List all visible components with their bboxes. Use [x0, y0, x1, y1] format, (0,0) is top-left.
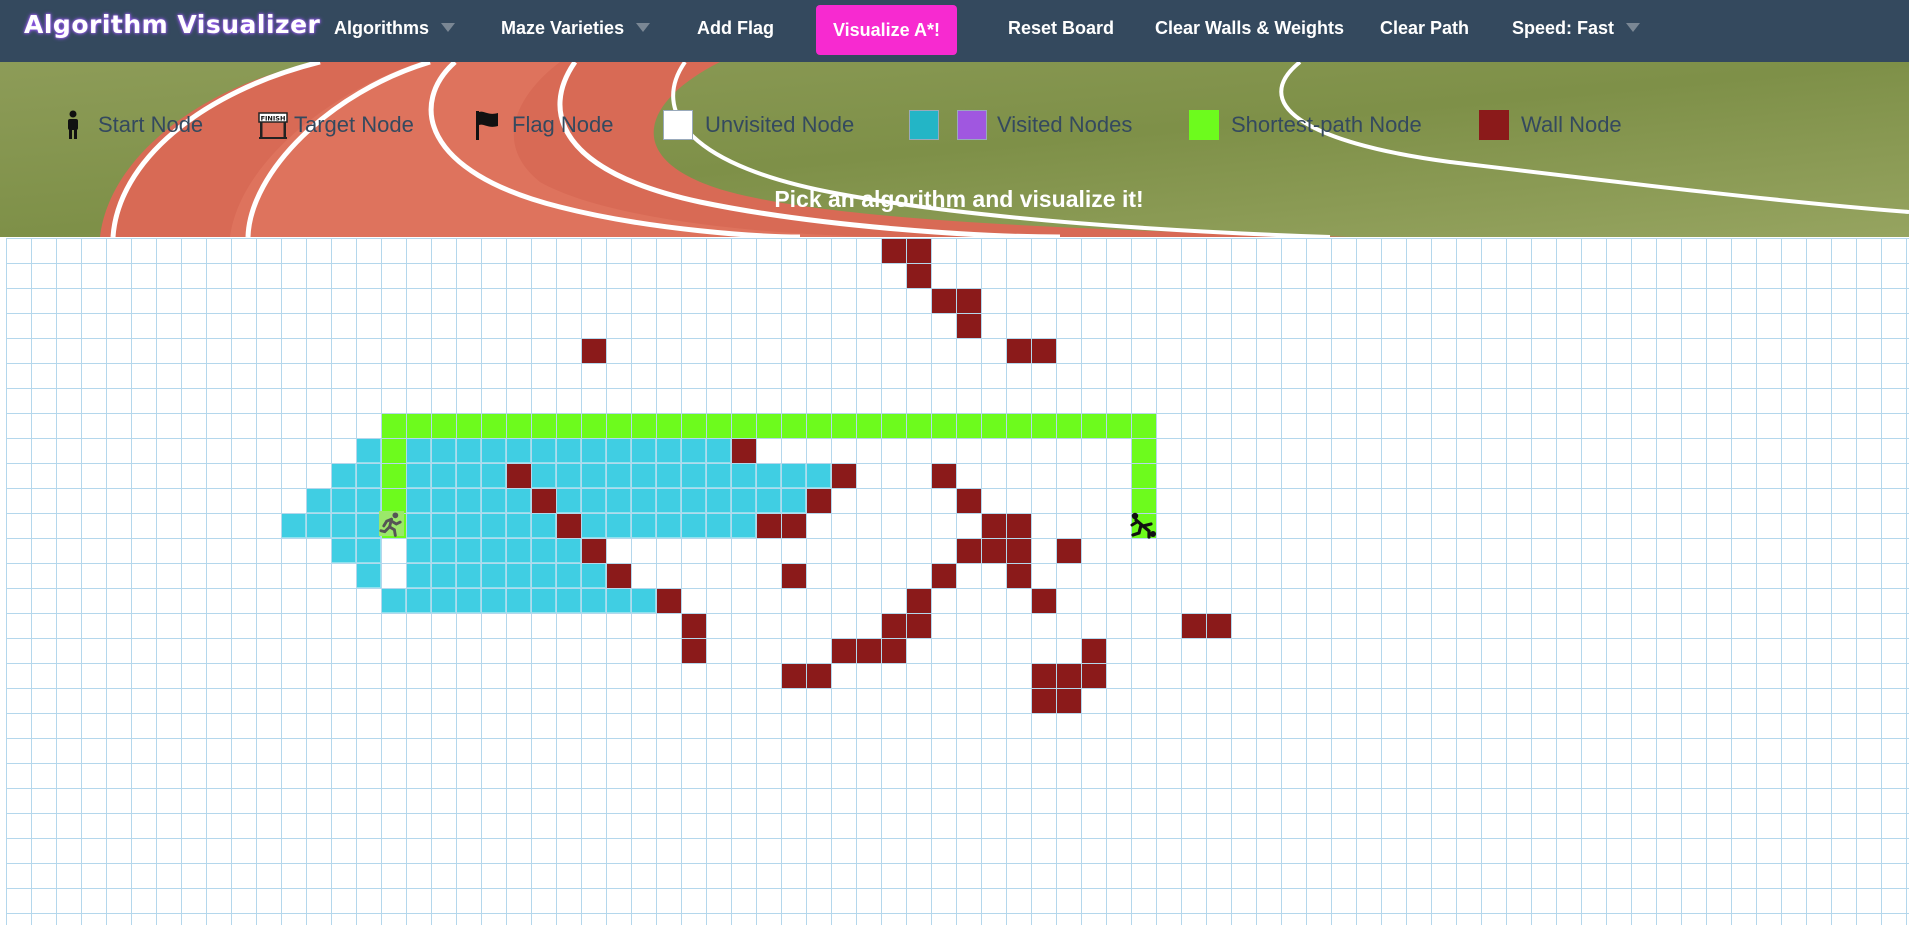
add-flag-label: Add Flag	[697, 18, 774, 38]
legend-flag-label: Flag Node	[512, 112, 614, 137]
clear-walls-weights-label: Clear Walls & Weights	[1155, 18, 1345, 38]
visited-swatch-teal	[909, 110, 939, 140]
clear-path-button[interactable]: Clear Path	[1380, 0, 1469, 62]
grid-lines	[6, 238, 1909, 925]
chevron-down-icon	[636, 22, 651, 32]
speed-label: Speed: Fast	[1512, 18, 1615, 38]
chevron-down-icon	[1626, 22, 1641, 32]
instructions-text: Pick an algorithm and visualize it!	[774, 186, 1144, 212]
clear-path-label: Clear Path	[1380, 18, 1470, 38]
visualize-button[interactable]: Visualize A*!	[816, 5, 957, 55]
visited-swatch-purple	[957, 110, 987, 140]
person-standing-icon	[68, 110, 78, 139]
legend-wall-node: Wall Node	[1479, 110, 1622, 140]
target-node[interactable]	[1129, 510, 1159, 540]
legend-target-node: FINISH Target Node	[258, 110, 414, 140]
app-brand[interactable]: Algorithm Visualizer	[24, 10, 320, 39]
clear-walls-weights-button[interactable]: Clear Walls & Weights	[1155, 0, 1344, 62]
legend-shortest-path-label: Shortest-path Node	[1231, 112, 1422, 137]
unvisited-swatch	[663, 110, 693, 140]
runner-finishing-icon	[1130, 512, 1156, 539]
chevron-down-icon	[441, 22, 456, 32]
wall-swatch	[1479, 110, 1509, 140]
legend-unvisited-label: Unvisited Node	[705, 112, 855, 137]
maze-varieties-dropdown[interactable]: Maze Varieties	[501, 0, 651, 62]
legend-wall-label: Wall Node	[1521, 112, 1622, 137]
legend-unvisited-node: Unvisited Node	[663, 110, 854, 140]
maze-varieties-label: Maze Varieties	[501, 18, 625, 38]
reset-board-label: Reset Board	[1008, 18, 1115, 38]
legend-shortest-path-node: Shortest-path Node	[1189, 110, 1422, 140]
legend-start-label: Start Node	[98, 112, 204, 137]
reset-board-button[interactable]: Reset Board	[1008, 0, 1114, 62]
legend-banner: Start Node FINISH Target Node Flag Node …	[0, 62, 1909, 237]
shortest-path-swatch	[1189, 110, 1219, 140]
flag-icon	[476, 111, 498, 140]
speed-dropdown[interactable]: Speed: Fast	[1512, 0, 1641, 62]
legend-target-label: Target Node	[294, 112, 414, 137]
legend-visited-label: Visited Nodes	[997, 112, 1133, 137]
legend-flag-node: Flag Node	[474, 110, 614, 140]
svg-text:FINISH: FINISH	[261, 115, 286, 123]
top-navbar: Algorithm Visualizer Algorithms Maze Var…	[0, 0, 1909, 62]
legend-start-node: Start Node	[62, 110, 203, 140]
running-man-icon	[379, 511, 402, 537]
pathfinding-grid[interactable]	[6, 238, 1909, 925]
algorithms-label: Algorithms	[334, 18, 430, 38]
add-flag-button[interactable]: Add Flag	[697, 0, 774, 62]
finish-line-icon: FINISH	[258, 112, 288, 139]
legend-visited-nodes: Visited Nodes	[909, 110, 1132, 140]
algorithms-dropdown[interactable]: Algorithms	[334, 0, 456, 62]
start-node[interactable]	[379, 511, 404, 537]
